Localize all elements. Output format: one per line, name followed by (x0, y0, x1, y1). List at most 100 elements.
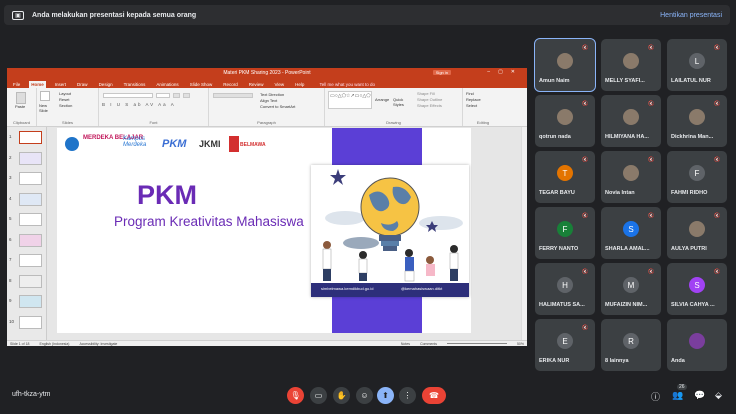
slide-thumbnail[interactable] (19, 172, 42, 185)
tell-me-search[interactable]: Tell me what you want to do (317, 81, 377, 88)
notes-button[interactable]: Notes (401, 342, 410, 346)
font-format-buttons[interactable]: B I U S ab AV Aa A (102, 102, 205, 107)
avatar: L (689, 53, 705, 69)
raise-hand-button[interactable]: ✋ (333, 387, 350, 404)
participant-tile[interactable]: E ERIKA NUR 🔇 (535, 319, 595, 371)
accessibility-status[interactable]: Accessibility: Investigate (79, 342, 117, 346)
section-button[interactable]: Section (59, 103, 72, 109)
smartart-button[interactable]: Convert to SmartArt (260, 104, 295, 110)
ribbon-tab-view[interactable]: View (272, 81, 286, 88)
slide-thumbnail[interactable] (19, 274, 42, 288)
participant-tile[interactable]: Novia Intan 🔇 (601, 151, 661, 203)
info-icon[interactable]: ⓘ (651, 390, 660, 403)
slide-thumbnail[interactable] (19, 254, 42, 267)
slide-thumbnail[interactable] (19, 151, 42, 165)
participant-tile[interactable]: L LAILATUL NUR 🔇 (667, 39, 727, 91)
participant-tile[interactable]: H HALIMATUS SA... 🔇 (535, 263, 595, 315)
zoom-level: 50% (516, 341, 524, 346)
participant-name: TEGAR BAYU (539, 190, 575, 196)
emoji-button[interactable]: ☺ (356, 387, 373, 404)
mic-off-button[interactable]: 🎙 (287, 387, 304, 404)
jkmi-logo: JKMI (199, 139, 221, 149)
slide-thumbnail[interactable] (19, 315, 42, 329)
new-slide-icon[interactable] (40, 91, 50, 101)
thumbnail-number: 10 (9, 318, 15, 324)
shapes-gallery[interactable]: ▭○△⬠☆↗▭○△⬠ (328, 91, 372, 109)
drawing-group: ▭○△⬠☆↗▭○△⬠ Arrange Quick Styles Shape Fi… (325, 88, 463, 126)
grow-font-icon[interactable] (173, 93, 181, 98)
slide-thumbnails-pane: 1 2 3 4 5 6 7 8 9 10 (7, 127, 47, 340)
avatar: F (689, 165, 705, 181)
people-icon[interactable]: 👥 (672, 390, 683, 401)
ribbon-tab-draw[interactable]: Draw (75, 81, 90, 88)
participant-tile[interactable]: MELLY SYAFI... 🔇 (601, 39, 661, 91)
ribbon-tab-review[interactable]: Review (247, 81, 266, 88)
participant-tile[interactable]: M MUFAIZIN NIM... 🔇 (601, 263, 661, 315)
window-controls[interactable]: ‒▢✕ (487, 69, 523, 75)
participant-tile[interactable]: F FAHMI RIDHO 🔇 (667, 151, 727, 203)
vertical-scrollbar[interactable] (521, 127, 527, 340)
ribbon-tab-insert[interactable]: Insert (53, 81, 68, 88)
participant-photo (689, 109, 705, 125)
slide-thumbnail[interactable] (19, 192, 42, 206)
participant-tile[interactable]: HILMIYANA HA... 🔇 (601, 95, 661, 147)
participant-tile[interactable]: R 8 lainnya (601, 319, 661, 371)
more-options-button[interactable]: ⋮ (399, 387, 416, 404)
slide-thumbnail[interactable] (19, 131, 42, 144)
font-size-box[interactable] (156, 93, 171, 98)
sign-in-button[interactable]: Sign in (432, 70, 451, 75)
thumbnail-number: 9 (9, 298, 12, 303)
ribbon-tab-home[interactable]: Home (29, 81, 46, 88)
zoom-slider[interactable] (446, 343, 507, 344)
list-buttons[interactable] (213, 93, 253, 98)
ribbon-tab-transitions[interactable]: Transitions (122, 81, 148, 88)
participant-tile[interactable]: qotrun nada 🔇 (535, 95, 595, 147)
camera-button[interactable]: ▭ (310, 387, 327, 404)
ribbon-tab-record[interactable]: Record (221, 81, 240, 88)
shape-effects-button[interactable]: Shape Effects (417, 103, 442, 109)
participant-tile[interactable]: T TEGAR BAYU 🔇 (535, 151, 595, 203)
participant-tile[interactable]: Amun Naim 🔇 (534, 38, 596, 92)
participant-name: Novia Intan (605, 190, 635, 196)
shrink-font-icon[interactable] (183, 93, 191, 98)
participant-tile[interactable]: S SHARLA AMAL... 🔇 (601, 207, 661, 259)
participant-tile[interactable]: Anda (667, 319, 727, 371)
paste-icon[interactable] (16, 92, 26, 104)
language: English (Indonesia) (39, 341, 70, 346)
participant-name: Amun Naim (539, 78, 570, 84)
stop-presenting-button[interactable]: Hentikan presentasi (660, 12, 722, 19)
ribbon-tab-file[interactable]: File (11, 81, 22, 88)
lightbulb-illustration (311, 169, 469, 297)
font-name-box[interactable] (103, 93, 153, 98)
slide-thumbnail[interactable] (19, 213, 42, 226)
leave-call-button[interactable]: ☎ (422, 387, 446, 404)
instagram-link: @kemahasiswaan.ditkt (401, 286, 443, 291)
participant-tile[interactable]: AULYA PUTRI 🔇 (667, 207, 727, 259)
comments-button[interactable]: Comments (420, 342, 437, 346)
slide-thumbnail[interactable] (19, 295, 42, 308)
slides-group: New Slide Layout Reset Section Slides (37, 88, 99, 126)
arrange-button[interactable]: Arrange (375, 97, 391, 102)
participant-name: HILMIYANA HA... (605, 134, 649, 140)
ribbon-tab-slide-show[interactable]: Slide Show (188, 81, 215, 88)
chat-icon[interactable]: 💬 (694, 390, 705, 401)
group-label-font: Font (149, 120, 158, 125)
slide-thumbnail[interactable] (19, 233, 42, 247)
quick-styles-button[interactable]: Quick Styles (393, 97, 409, 107)
ribbon-tab-help[interactable]: Help (293, 81, 306, 88)
participant-tile[interactable]: Dickhrina Man... 🔇 (667, 95, 727, 147)
participant-tile[interactable]: F FERRY NANTO 🔇 (535, 207, 595, 259)
belmawa-logo: BELMAWA (240, 142, 266, 148)
participant-tile[interactable]: S SILVIA CAHYA ... 🔇 (667, 263, 727, 315)
present-button[interactable]: ⬆ (377, 387, 394, 404)
mic-muted-icon: 🔇 (582, 156, 589, 163)
select-button[interactable]: Select (466, 103, 500, 109)
avatar: R (623, 333, 639, 349)
slide-heading: PKM (137, 180, 197, 210)
mic-muted-icon: 🔇 (714, 100, 721, 107)
avatar: M (623, 277, 639, 293)
ribbon-tab-animations[interactable]: Animations (154, 81, 180, 88)
ribbon-tab-design[interactable]: Design (97, 81, 115, 88)
activities-icon[interactable]: ⬙ (715, 390, 722, 401)
belmawa-logo-mark (229, 136, 239, 152)
